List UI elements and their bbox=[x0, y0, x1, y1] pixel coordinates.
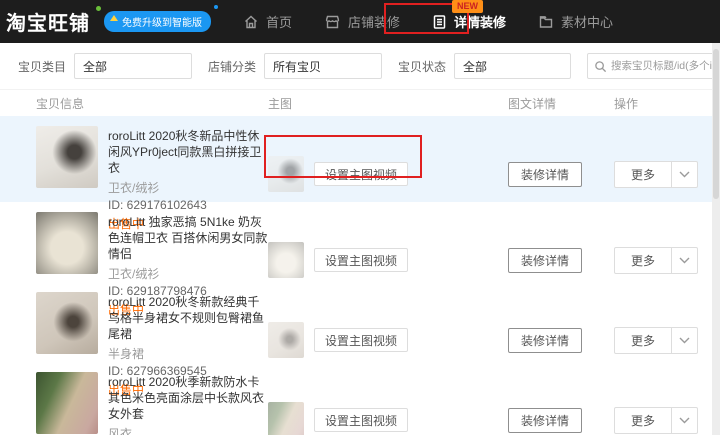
more-button[interactable]: 更多 bbox=[615, 162, 671, 187]
set-main-video-button[interactable]: 设置主图视频 bbox=[314, 248, 409, 272]
chevron-down-icon bbox=[679, 417, 690, 423]
shop-category-select[interactable] bbox=[264, 53, 383, 79]
detail-cell: 装修详情 bbox=[508, 362, 614, 435]
category-select[interactable] bbox=[74, 53, 193, 79]
search-box[interactable] bbox=[587, 53, 720, 79]
set-main-video-button[interactable]: 设置主图视频 bbox=[314, 328, 409, 352]
actions-cell: 更多 bbox=[614, 362, 720, 435]
nav-item-home[interactable]: 首页 bbox=[243, 12, 292, 31]
product-title: roroLitt 2020秋季新款防水卡其色米色亮面涂层中长款风衣女外套 bbox=[108, 375, 265, 421]
set-main-video-button[interactable]: 设置主图视频 bbox=[314, 408, 409, 432]
header-product-info: 宝贝信息 bbox=[36, 96, 85, 111]
product-thumbnail[interactable] bbox=[36, 212, 98, 274]
more-split-button: 更多 bbox=[614, 160, 698, 188]
status-select[interactable] bbox=[454, 53, 572, 79]
nav-item-material-center[interactable]: 素材中心 bbox=[538, 12, 613, 31]
table-header: 宝贝信息 主图 图文详情 操作 bbox=[0, 90, 720, 116]
green-dot-icon bbox=[96, 6, 101, 11]
blue-dot-icon bbox=[214, 5, 218, 9]
upgrade-badge[interactable]: 免费升级到智能版 bbox=[96, 5, 218, 32]
main-image-thumbnail[interactable] bbox=[268, 322, 304, 358]
nav-item-label: 首页 bbox=[266, 15, 293, 30]
set-main-video-button[interactable]: 设置主图视频 bbox=[314, 162, 409, 186]
header-actions: 操作 bbox=[614, 96, 639, 111]
product-info-cell: roroLitt 2020秋季新款防水卡其色米色亮面涂层中长款风衣女外套 风衣 … bbox=[36, 362, 268, 435]
product-title: roroLitt 2020秋冬新款经典千鸟格半身裙女不规则包臀裙鱼尾裙 bbox=[108, 295, 265, 341]
filter-bar: 宝贝类目 店铺分类 宝贝状态 bbox=[0, 43, 720, 90]
folder-icon bbox=[539, 15, 553, 28]
more-dropdown-toggle[interactable] bbox=[671, 161, 697, 187]
more-split-button: 更多 bbox=[614, 326, 698, 354]
product-title: roroLitt 2020秋冬新品中性休闲风YPr0ject同款黑白拼接卫衣 bbox=[108, 129, 262, 175]
vertical-scrollbar[interactable] bbox=[712, 43, 720, 435]
new-badge: NEW bbox=[452, 0, 483, 13]
decorate-detail-button[interactable]: 装修详情 bbox=[508, 327, 582, 353]
product-category: 风衣 bbox=[108, 427, 133, 435]
chevron-down-icon bbox=[679, 257, 690, 263]
header-main-image: 主图 bbox=[268, 96, 293, 111]
page: 淘宝旺铺 免费升级到智能版 首页 店铺装修 详情装修 素材中心 NEW 宝贝类目… bbox=[0, 0, 720, 435]
product-category: 卫衣/绒衫 bbox=[108, 267, 160, 281]
shop-icon bbox=[325, 15, 340, 28]
more-button[interactable]: 更多 bbox=[615, 248, 671, 273]
more-dropdown-toggle[interactable] bbox=[671, 327, 697, 353]
more-dropdown-toggle[interactable] bbox=[671, 247, 697, 273]
nav-item-label: 详情装修 bbox=[454, 15, 507, 30]
scrollbar-thumb[interactable] bbox=[713, 49, 719, 199]
filter-shop-category: 店铺分类 bbox=[208, 53, 383, 79]
more-button[interactable]: 更多 bbox=[615, 328, 671, 353]
product-thumbnail[interactable] bbox=[36, 292, 98, 354]
filter-category: 宝贝类目 bbox=[18, 53, 193, 79]
table-row: roroLitt 2020秋季新款防水卡其色米色亮面涂层中长款风衣女外套 风衣 … bbox=[0, 362, 720, 435]
product-title: roroLitt 独家恶搞 5N1ke 奶灰色连帽卫衣 百搭休闲男女同款情侣 bbox=[108, 215, 268, 261]
product-text: roroLitt 2020秋季新款防水卡其色米色亮面涂层中长款风衣女外套 风衣 … bbox=[108, 372, 268, 435]
more-split-button: 更多 bbox=[614, 246, 698, 274]
app-logo: 淘宝旺铺 bbox=[6, 13, 90, 35]
decorate-detail-button[interactable]: 装修详情 bbox=[508, 407, 582, 433]
table-row: roroLitt 独家恶搞 5N1ke 奶灰色连帽卫衣 百搭休闲男女同款情侣 卫… bbox=[0, 202, 720, 317]
chevron-down-icon bbox=[679, 337, 690, 343]
main-image-thumbnail[interactable] bbox=[268, 402, 304, 435]
nav-item-label: 素材中心 bbox=[561, 15, 614, 30]
nav-item-detail-decorate[interactable]: 详情装修 bbox=[432, 12, 506, 31]
product-thumbnail[interactable] bbox=[36, 372, 98, 434]
main-image-thumbnail[interactable] bbox=[268, 242, 304, 278]
decorate-detail-button[interactable]: 装修详情 bbox=[508, 247, 582, 273]
search-input[interactable] bbox=[611, 60, 720, 72]
header-detail: 图文详情 bbox=[508, 96, 557, 111]
shop-category-label: 店铺分类 bbox=[208, 59, 257, 74]
home-icon bbox=[245, 15, 257, 28]
chevron-down-icon bbox=[679, 171, 690, 177]
product-thumbnail[interactable] bbox=[36, 126, 98, 188]
more-dropdown-toggle[interactable] bbox=[671, 407, 697, 433]
nav-items: 首页 店铺装修 详情装修 素材中心 bbox=[243, 12, 613, 31]
detail-page-icon bbox=[433, 14, 446, 29]
product-category: 半身裙 bbox=[108, 347, 145, 361]
main-image-cell: 设置主图视频 bbox=[268, 362, 508, 435]
status-label: 宝贝状态 bbox=[398, 59, 447, 74]
arrow-up-icon bbox=[110, 15, 118, 21]
more-split-button: 更多 bbox=[614, 406, 698, 434]
main-image-thumbnail[interactable] bbox=[268, 156, 304, 192]
more-button[interactable]: 更多 bbox=[615, 408, 671, 433]
top-nav: 淘宝旺铺 免费升级到智能版 首页 店铺装修 详情装修 素材中心 NEW bbox=[0, 0, 720, 43]
nav-item-shop-decorate[interactable]: 店铺装修 bbox=[324, 12, 400, 31]
decorate-detail-button[interactable]: 装修详情 bbox=[508, 161, 582, 187]
table-row: roroLitt 2020秋冬新品中性休闲风YPr0ject同款黑白拼接卫衣 卫… bbox=[0, 116, 720, 231]
nav-item-label: 店铺装修 bbox=[348, 15, 401, 30]
category-label: 宝贝类目 bbox=[18, 59, 67, 74]
upgrade-badge-label: 免费升级到智能版 bbox=[122, 18, 202, 29]
table-row: roroLitt 2020秋冬新款经典千鸟格半身裙女不规则包臀裙鱼尾裙 半身裙 … bbox=[0, 282, 720, 397]
search-icon bbox=[595, 60, 607, 72]
product-category: 卫衣/绒衫 bbox=[108, 181, 160, 195]
filter-status: 宝贝状态 bbox=[398, 53, 572, 79]
